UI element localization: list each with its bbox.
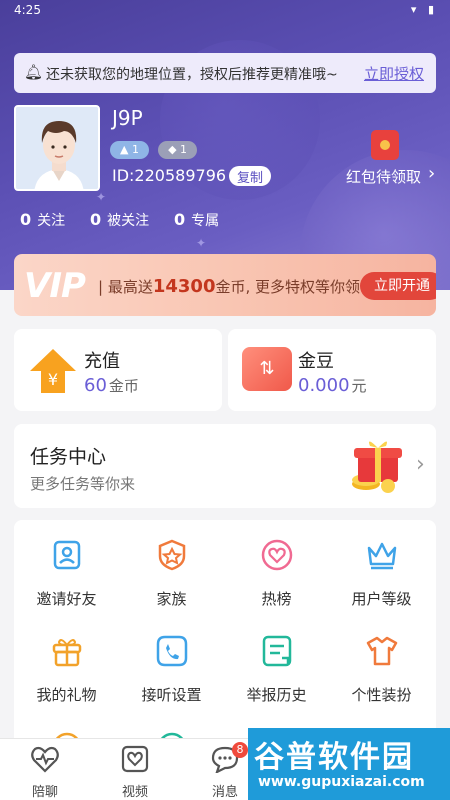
personal-style-item[interactable]: 个性装扮 — [329, 634, 434, 705]
location-permission-bar: 🔔︎ 还未获取您的地理位置，授权后推荐更精准哦~ 立即授权 — [14, 53, 436, 93]
svg-text:¥: ¥ — [48, 370, 58, 389]
invite-icon — [53, 540, 80, 570]
report-icon — [262, 635, 291, 667]
watermark-text: 谷普软件园 — [254, 740, 414, 775]
status-icons: ▾ ▮ — [410, 3, 438, 16]
task-center-card[interactable]: 任务中心 更多任务等你来 › — [14, 424, 436, 508]
chevron-right-icon[interactable]: › — [416, 452, 425, 477]
nav-label: 视频 — [121, 785, 148, 800]
vip-logo: VIP — [24, 266, 86, 306]
gold-beans-card[interactable]: ⇅ 金豆 0.000 元 — [228, 329, 436, 411]
exclusive-stat[interactable]: 0 专属 — [174, 210, 219, 230]
phone-icon — [156, 635, 187, 667]
feature-label: 接听设置 — [141, 686, 202, 704]
user-id: ID:220589796 — [112, 166, 227, 185]
nav-video[interactable]: 视频 — [110, 745, 160, 800]
crown-icon — [367, 542, 396, 570]
yuan-arrow-icon: ¥ — [30, 349, 76, 393]
following-stat[interactable]: 0 关注 — [20, 210, 65, 230]
username: J9P — [112, 106, 143, 130]
feature-label: 热榜 — [261, 590, 292, 608]
feature-label: 我的礼物 — [36, 686, 97, 704]
charm-level-badge: ◆ 1 — [158, 141, 198, 159]
recharge-title: 充值 — [84, 351, 120, 372]
vip-banner[interactable]: VIP | 最高送14300金币, 更多特权等你领 立即开通 — [14, 254, 436, 316]
avatar-illustration — [16, 107, 98, 189]
invite-friends-item[interactable]: 邀请好友 — [14, 538, 119, 609]
pulse-heart-icon — [31, 746, 59, 773]
gift-box-icon — [52, 639, 81, 667]
vip-promo-text: | 最高送14300金币, 更多特权等你领 — [98, 276, 361, 297]
recharge-card[interactable]: ¥ 充值 60 金币 — [14, 329, 222, 411]
feature-label: 家族 — [156, 590, 187, 608]
shirt-icon — [366, 636, 397, 666]
answer-settings-item[interactable]: 接听设置 — [119, 634, 224, 705]
beans-balance: 0.000 元 — [298, 375, 367, 396]
report-history-item[interactable]: 举报历史 — [224, 634, 329, 705]
nav-label: 消息 — [211, 785, 238, 800]
location-message: 还未获取您的地理位置，授权后推荐更精准哦~ — [46, 67, 338, 83]
star-decoration: ✦ — [196, 236, 207, 250]
heart-icon — [261, 539, 292, 571]
gift-coins-icon — [352, 441, 402, 493]
video-heart-icon — [121, 745, 149, 773]
followers-stat[interactable]: 0 被关注 — [90, 210, 149, 230]
unread-badge: 8 — [232, 742, 248, 758]
family-icon — [158, 539, 185, 571]
status-bar: 4:25 ▾ ▮ — [0, 0, 450, 22]
red-packet-label[interactable]: 红包待领取 — [346, 166, 421, 187]
nav-label: 陪聊 — [31, 785, 58, 800]
feature-label: 用户等级 — [351, 590, 412, 608]
level-badges: ▲ 1 ◆ 1 — [110, 138, 201, 159]
copy-id-button[interactable]: 复制 — [229, 166, 272, 186]
status-time: 4:25 — [14, 3, 41, 17]
user-level-item[interactable]: 用户等级 — [329, 538, 434, 609]
vip-activate-button[interactable]: 立即开通 — [360, 272, 436, 300]
feature-label: 举报历史 — [246, 686, 307, 704]
nav-chat[interactable]: 陪聊 — [20, 745, 70, 800]
coin-balance: 60 金币 — [84, 375, 139, 396]
feature-label: 邀请好友 — [36, 590, 97, 608]
avatar[interactable] — [14, 105, 100, 191]
bell-icon: 🔔︎ — [24, 63, 44, 81]
star-decoration: ✦ — [96, 190, 107, 204]
task-center-title: 任务中心 — [30, 446, 107, 468]
hot-list-item[interactable]: 热榜 — [224, 538, 329, 609]
family-item[interactable]: 家族 — [119, 538, 224, 609]
feature-label: 个性装扮 — [351, 686, 412, 704]
watermark-logo: 谷普软件园 www.gupuxiazai.com — [248, 728, 450, 800]
watermark-url: www.gupuxiazai.com — [258, 774, 425, 790]
beans-title: 金豆 — [298, 351, 334, 372]
user-level-badge: ▲ 1 — [110, 141, 149, 159]
task-center-subtitle: 更多任务等你来 — [30, 475, 136, 493]
wallet-icon: ⇅ — [242, 347, 292, 391]
red-packet-icon[interactable] — [371, 130, 399, 160]
my-gifts-item[interactable]: 我的礼物 — [14, 634, 119, 705]
chevron-right-icon[interactable]: › — [428, 163, 435, 184]
authorize-link[interactable]: 立即授权 — [364, 63, 424, 84]
